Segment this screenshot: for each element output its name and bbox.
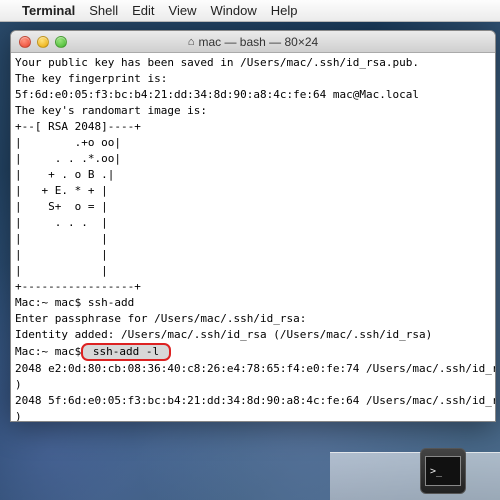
output-line: | | (15, 264, 108, 277)
menu-shell[interactable]: Shell (89, 3, 118, 18)
output-line: | + E. * + | (15, 184, 108, 197)
menu-bar: Terminal Shell Edit View Window Help (0, 0, 500, 22)
output-line: ) (15, 410, 22, 421)
output-line: | + . o B .| (15, 168, 114, 181)
menu-help[interactable]: Help (271, 3, 298, 18)
output-line: | | (15, 232, 108, 245)
command-text: ssh-add (88, 296, 134, 309)
app-menu[interactable]: Terminal (22, 3, 75, 18)
menu-window[interactable]: Window (211, 3, 257, 18)
dock-terminal-icon[interactable]: >_ (420, 448, 466, 494)
output-line: The key's randomart image is: (15, 104, 207, 117)
titlebar[interactable]: ⌂ mac — bash — 80×24 (11, 31, 495, 53)
output-line: Identity added: /Users/mac/.ssh/id_rsa (… (15, 328, 432, 341)
output-line: +-----------------+ (15, 280, 141, 293)
terminal-window: ⌂ mac — bash — 80×24 Your public key has… (10, 30, 496, 422)
dock: >_ (0, 438, 500, 500)
terminal-content[interactable]: Your public key has been saved in /Users… (11, 53, 495, 421)
prompt: Mac:~ mac$ (15, 296, 88, 309)
output-line: 5f:6d:e0:05:f3:bc:b4:21:dd:34:8d:90:a8:4… (15, 88, 419, 101)
output-line: | | (15, 248, 108, 261)
output-line: Your public key has been saved in /Users… (15, 56, 419, 69)
output-line: | . . . | (15, 216, 108, 229)
output-line: | .+o oo| (15, 136, 121, 149)
dock-shelf (330, 452, 500, 500)
terminal-icon-screen: >_ (425, 456, 461, 486)
menu-edit[interactable]: Edit (132, 3, 154, 18)
output-line: | S+ o = | (15, 200, 108, 213)
output-line: | . . .*.oo| (15, 152, 121, 165)
window-title-text: mac — bash — 80×24 (198, 35, 318, 49)
window-title: ⌂ mac — bash — 80×24 (11, 35, 495, 49)
output-line: 2048 5f:6d:e0:05:f3:bc:b4:21:dd:34:8d:90… (15, 394, 495, 407)
output-line: The key fingerprint is: (15, 72, 167, 85)
terminal-icon-prompt: >_ (430, 466, 442, 477)
menu-view[interactable]: View (169, 3, 197, 18)
output-line: ) (15, 378, 22, 391)
output-line: 2048 e2:0d:80:cb:08:36:40:c8:26:e4:78:65… (15, 362, 495, 375)
home-icon: ⌂ (188, 36, 195, 48)
highlighted-command: ssh-add -l (81, 343, 170, 361)
output-line: Enter passphrase for /Users/mac/.ssh/id_… (15, 312, 306, 325)
prompt: Mac:~ mac$ (15, 345, 81, 358)
output-line: +--[ RSA 2048]----+ (15, 120, 141, 133)
